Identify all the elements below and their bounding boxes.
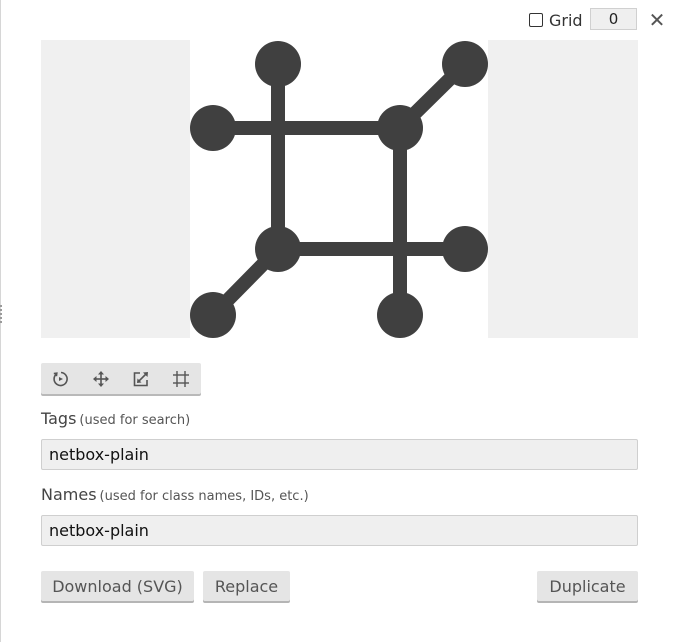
grid-checkbox[interactable] [529,13,543,27]
replace-button[interactable]: Replace [203,571,290,601]
grid-toggle[interactable]: Grid [529,10,583,30]
move-icon [93,370,109,387]
names-label-text: Names [41,485,97,504]
scale-icon [133,371,148,386]
grid-label: Grid [549,10,583,30]
icon-canvas [190,40,488,338]
names-input[interactable] [41,515,638,546]
rotate-icon [53,371,68,386]
tags-label: Tags (used for search) [41,409,190,428]
crop-icon [173,370,189,387]
grid-size-input[interactable] [590,8,637,30]
netbox-plain-icon [190,41,488,338]
download-svg-button[interactable]: Download (SVG) [41,571,194,601]
tags-hint: (used for search) [79,413,191,428]
icon-editor-dialog: Grid ✕ [0,0,677,642]
close-icon[interactable]: ✕ [646,8,668,32]
crop-button[interactable] [161,363,201,394]
names-hint: (used for class names, IDs, etc.) [99,489,309,504]
transform-toolbar [41,363,201,394]
scale-button[interactable] [121,363,161,394]
rotate-button[interactable] [41,363,81,394]
tags-input[interactable] [41,439,638,470]
names-label: Names (used for class names, IDs, etc.) [41,485,309,504]
tags-label-text: Tags [41,409,77,428]
icon-preview [41,40,638,338]
resize-handle[interactable] [0,305,4,323]
move-button[interactable] [81,363,121,394]
duplicate-button[interactable]: Duplicate [537,571,638,601]
